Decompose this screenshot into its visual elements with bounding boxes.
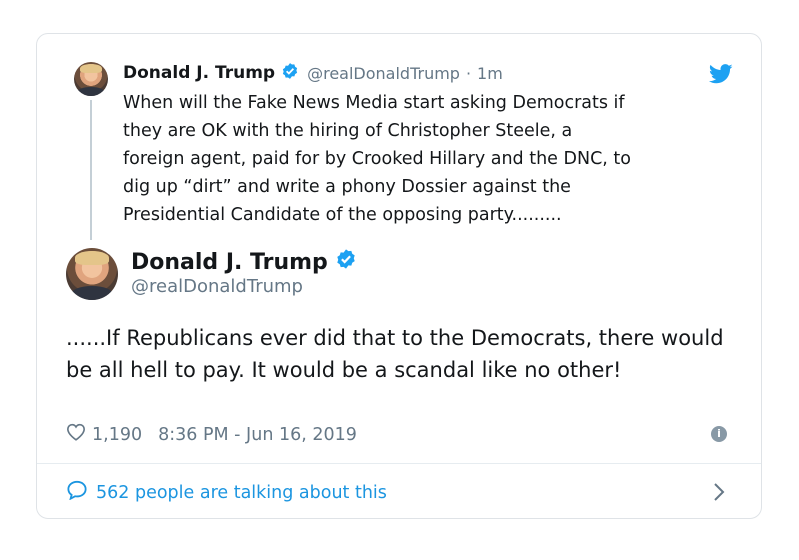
quoted-author-name[interactable]: Donald J. Trump — [123, 63, 275, 83]
thread-connector-line — [90, 100, 92, 240]
twitter-bird-icon[interactable] — [709, 64, 733, 84]
card-divider — [37, 463, 761, 464]
info-icon[interactable]: i — [711, 426, 727, 442]
tweet-meta-row: 1,190 8:36 PM - Jun 16, 2019 — [66, 423, 357, 446]
main-author-name[interactable]: Donald J. Trump — [131, 250, 328, 275]
quoted-author-avatar[interactable] — [74, 62, 108, 96]
main-author-name-row: Donald J. Trump — [131, 248, 357, 276]
verified-badge-icon — [281, 62, 299, 84]
quoted-author-handle[interactable]: @realDonaldTrump — [307, 64, 460, 83]
conversation-label[interactable]: 562 people are talking about this — [96, 483, 387, 503]
tweet-timestamp[interactable]: 8:36 PM - Jun 16, 2019 — [158, 425, 357, 445]
chevron-right-icon[interactable] — [712, 482, 726, 502]
verified-badge-icon — [335, 248, 357, 276]
main-author-avatar[interactable] — [66, 248, 118, 300]
main-tweet-text: ......If Republicans ever did that to th… — [66, 326, 724, 382]
like-count[interactable]: 1,190 — [92, 425, 142, 445]
quoted-tweet-text: When will the Fake News Media start aski… — [123, 93, 631, 225]
heart-icon[interactable] — [66, 423, 86, 446]
main-author-handle[interactable]: @realDonaldTrump — [131, 276, 303, 297]
meta-separator: · — [465, 63, 472, 83]
quoted-time-ago[interactable]: 1m — [477, 64, 503, 83]
conversation-link[interactable]: 562 people are talking about this — [66, 480, 387, 505]
quoted-tweet-header: Donald J. Trump @realDonaldTrump · 1m — [123, 62, 503, 84]
comment-bubble-icon — [66, 480, 88, 505]
